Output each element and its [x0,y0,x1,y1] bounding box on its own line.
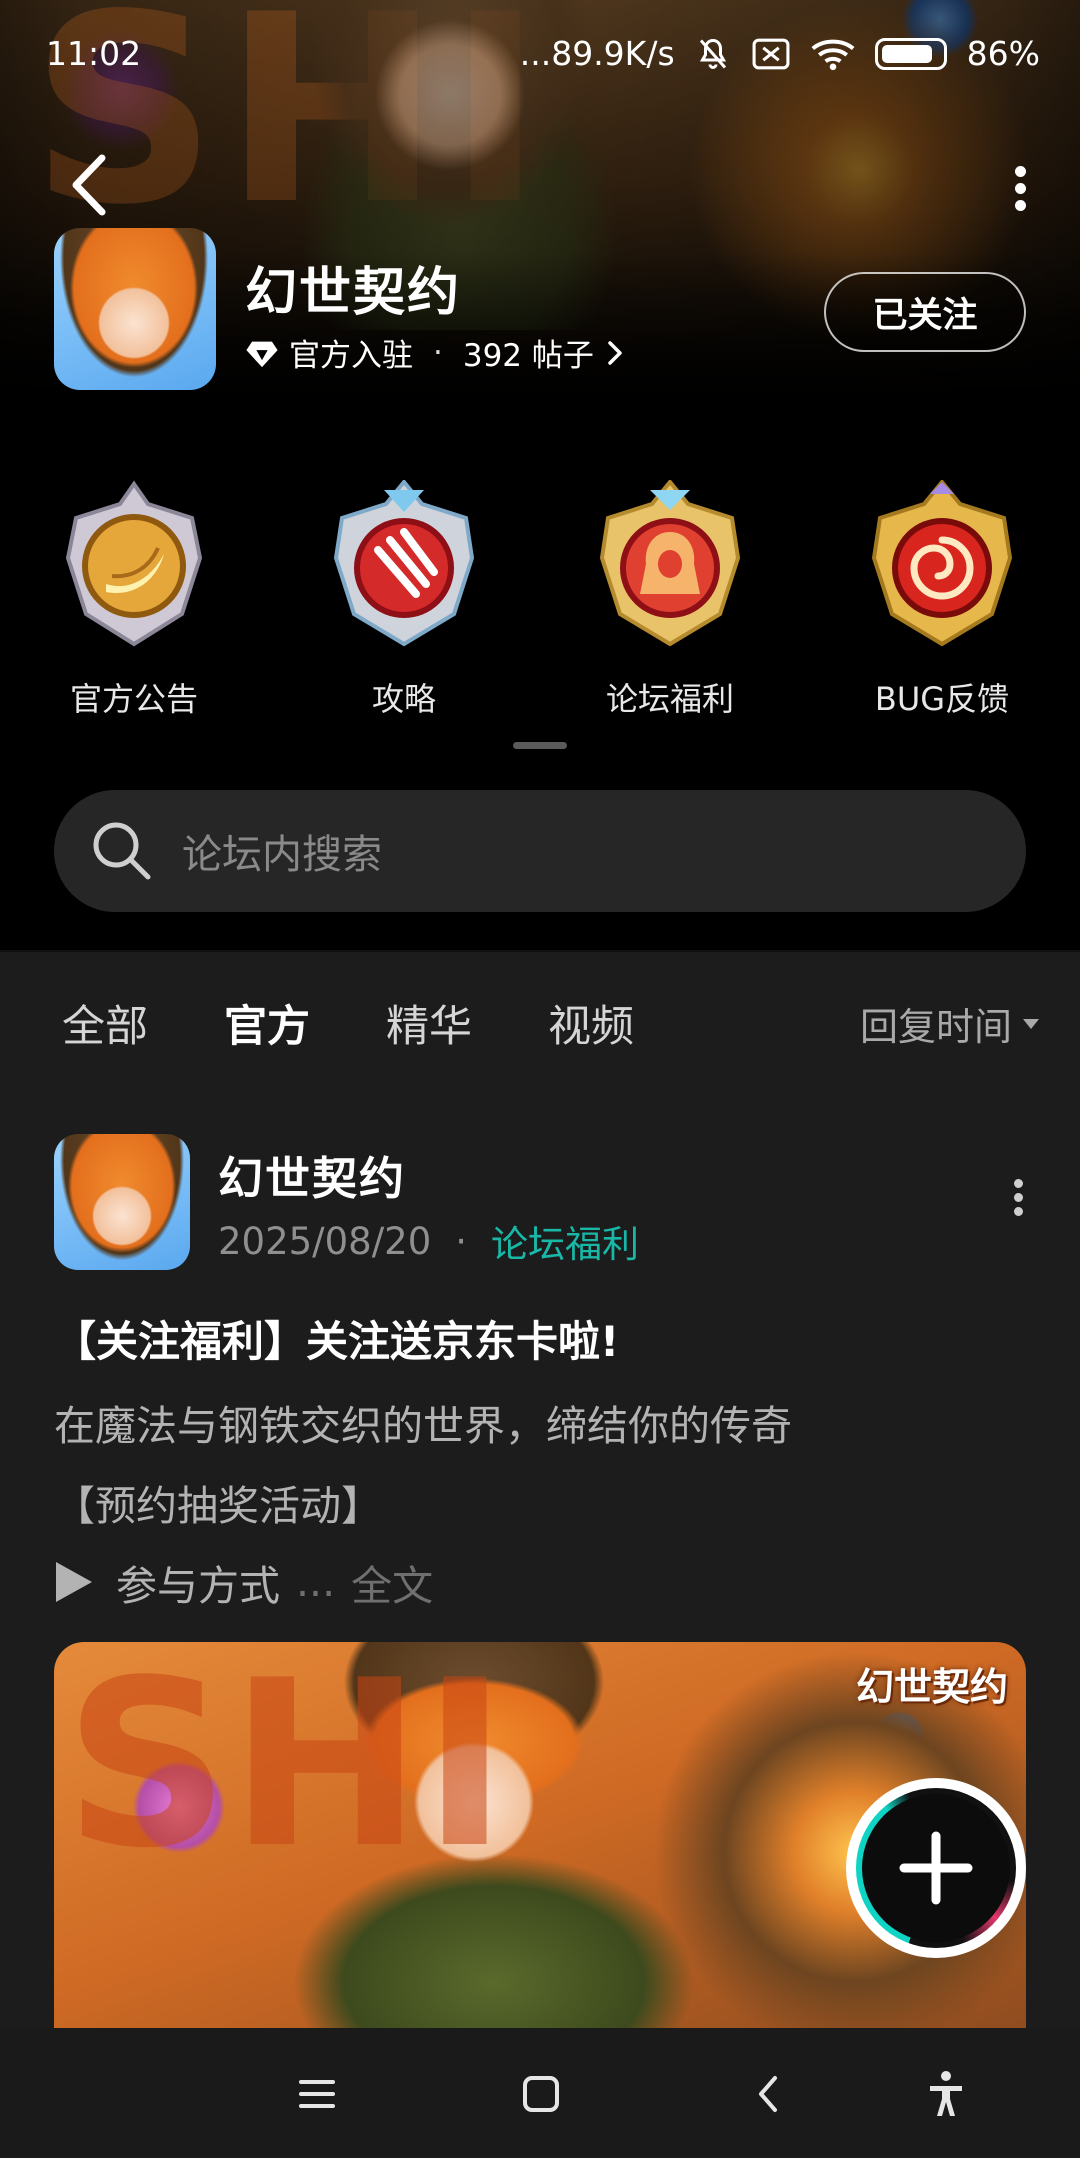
tab-official-label: 官方 [224,1002,310,1052]
meta-separator: · [433,334,443,371]
status-time: 11:02 [46,34,142,73]
post-image-art-letters: SHI [64,1642,508,1899]
post-excerpt-line: 在魔法与钢铁交织的世界，缔结你的传奇 [54,1402,792,1450]
forum-search-input[interactable]: 论坛内搜索 [54,790,1026,912]
menu-icon[interactable] [287,2064,347,2124]
tab-featured[interactable]: 精华 [386,992,472,1054]
claw-badge-icon [333,480,475,647]
caret-down-icon [1023,1018,1039,1029]
game-logo: 幻世契约 [855,1665,1008,1709]
sort-label: 回复时间 [859,1005,1012,1049]
post-date: 2025/08/20 [218,1219,432,1263]
category-label: BUG反馈 [874,680,1010,718]
post-category-link[interactable]: 论坛福利 [491,1214,639,1268]
category-item-guides[interactable]: 攻略 [294,480,514,720]
battery-percent: 86% [966,34,1040,73]
system-nav-bar [0,2028,1080,2158]
forum-meta[interactable]: 官方入驻 · 392 帖子 [245,330,626,375]
hooded-figure-badge-icon [599,480,741,647]
fab-core [862,1794,1010,1942]
follow-button[interactable]: 已关注 [824,272,1026,352]
play-triangle-icon [56,1562,92,1602]
post-title[interactable]: 【关注福利】关注送京东卡啦! [54,1308,619,1369]
category-item-bug-report[interactable]: BUG反馈 [832,480,1052,720]
back-arrow-icon[interactable] [60,150,120,220]
post-ellipsis: ... [296,1558,336,1606]
network-speed: ...89.9K/s [519,34,675,73]
home-square-icon[interactable] [511,2064,571,2124]
post-more-options-icon[interactable] [1008,1174,1028,1216]
status-bar: 11:02 ...89.9K/s 86% [0,0,1080,110]
search-placeholder: 论坛内搜索 [182,832,382,878]
post-excerpt-line: 参与方式 ... 全文 [54,1552,433,1612]
back-nav-icon[interactable] [739,2064,799,2124]
banana-badge-icon [65,480,203,647]
battery-icon [874,37,947,70]
forum-title: 幻世契约 [245,263,462,323]
tab-official[interactable]: 官方 [224,992,310,1058]
create-post-button[interactable] [846,1778,1026,1958]
post-count: 392 帖子 [462,338,594,374]
tab-all[interactable]: 全部 [62,992,148,1054]
wifi-icon [811,39,855,70]
post-excerpt-line: 【预约抽奖活动】 [54,1482,382,1530]
post-author-name[interactable]: 幻世契约 [218,1142,406,1207]
category-item-welfare[interactable]: 论坛福利 [560,480,780,720]
search-icon [93,822,151,880]
tab-video[interactable]: 视频 [548,992,634,1054]
spiral-badge-icon [871,480,1013,647]
fab-ring [856,1788,1016,1948]
page-indicator [513,742,567,749]
category-item-announcements[interactable]: 官方公告 [24,480,244,720]
category-row: 官方公告 攻略 论坛福利 BUG反馈 [0,480,1080,740]
diamond-icon [246,341,278,367]
category-label: 攻略 [371,680,436,718]
sort-dropdown[interactable]: 回复时间 [860,996,1040,1051]
post-meta: 2025/08/20 · 论坛福利 [218,1214,639,1268]
forum-avatar [54,228,216,390]
post-author-avatar[interactable] [54,1134,190,1270]
more-options-icon[interactable] [1008,160,1032,211]
post-meta-separator: · [455,1219,468,1263]
chevron-right-icon [608,340,622,365]
full-text-link[interactable]: 全文 [351,1552,433,1612]
post-excerpt-text: 参与方式 [116,1562,280,1610]
no-sim-icon [752,38,790,69]
official-label: 官方入驻 [289,338,413,374]
status-icons: ...89.9K/s 86% [520,34,1040,73]
feed-tabs: 全部 官方 精华 视频 回复时间 [0,952,1080,1092]
plus-icon [899,1831,973,1905]
accessibility-icon[interactable] [916,2064,976,2124]
category-label: 论坛福利 [605,680,734,718]
category-label: 官方公告 [69,680,198,718]
bell-muted-icon [699,38,726,69]
